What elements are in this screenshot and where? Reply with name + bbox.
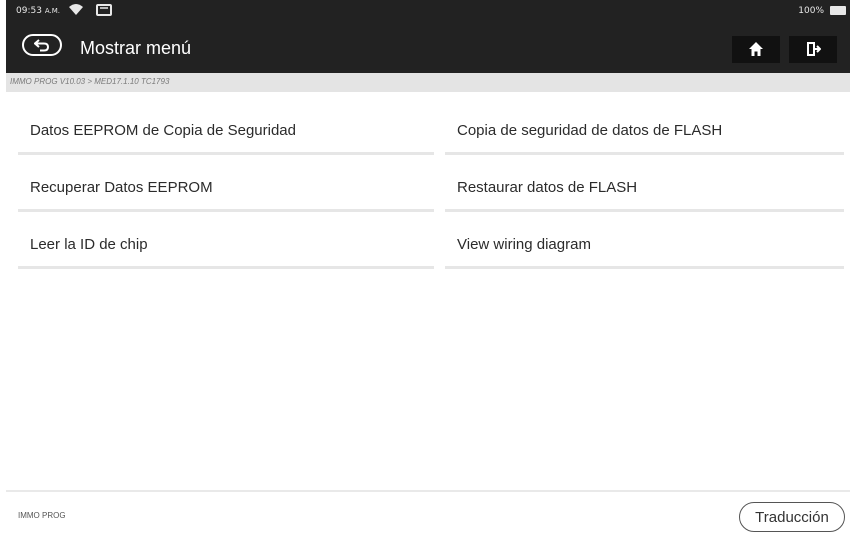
menu-item-label: Leer la ID de chip <box>30 236 148 253</box>
menu-item-backup-eeprom[interactable]: Datos EEPROM de Copia de Seguridad <box>18 107 434 155</box>
menu-item-restore-flash[interactable]: Restaurar datos de FLASH <box>445 164 844 212</box>
menu-item-label: Copia de seguridad de datos de FLASH <box>457 122 723 139</box>
menu-item-label: Datos EEPROM de Copia de Seguridad <box>30 122 296 139</box>
status-bar: 09:53 A.M. 100% <box>6 0 850 22</box>
battery-icon <box>830 6 846 15</box>
translate-button[interactable]: Traducción <box>739 502 845 532</box>
exit-button[interactable] <box>789 36 837 63</box>
menu-item-restore-eeprom[interactable]: Recuperar Datos EEPROM <box>18 164 434 212</box>
menu-item-label: Restaurar datos de FLASH <box>457 179 638 196</box>
breadcrumb-bar: IMMO PROG V10.03 > MED17.1.10 TC1793 <box>6 73 850 92</box>
battery-percent: 100% <box>798 6 824 16</box>
breadcrumb: IMMO PROG V10.03 > MED17.1.10 TC1793 <box>10 77 170 86</box>
status-time: 09:53 A.M. <box>16 6 60 16</box>
menu-item-wiring-diagram[interactable]: View wiring diagram <box>445 221 844 269</box>
exit-icon <box>807 42 821 56</box>
menu-item-backup-flash[interactable]: Copia de seguridad de datos de FLASH <box>445 107 844 155</box>
footer-label: IMMO PROG <box>18 511 66 520</box>
status-ampm: A.M. <box>44 7 60 15</box>
page-title: Mostrar menú <box>80 38 192 58</box>
home-icon <box>749 42 763 56</box>
footer-bar: IMMO PROG Traducción <box>6 490 850 537</box>
app-screen: 09:53 A.M. 100% Mostrar menú IMMO PROG V… <box>6 0 850 537</box>
menu-item-read-chip-id[interactable]: Leer la ID de chip <box>18 221 434 269</box>
menu-item-label: Recuperar Datos EEPROM <box>30 179 213 196</box>
back-arrow-icon <box>34 39 50 52</box>
back-button[interactable] <box>22 34 62 56</box>
top-bar: 09:53 A.M. 100% Mostrar menú <box>6 0 850 73</box>
sd-card-icon <box>96 4 112 16</box>
wifi-icon <box>69 4 83 15</box>
menu-item-label: View wiring diagram <box>457 236 591 253</box>
home-button[interactable] <box>732 36 780 63</box>
